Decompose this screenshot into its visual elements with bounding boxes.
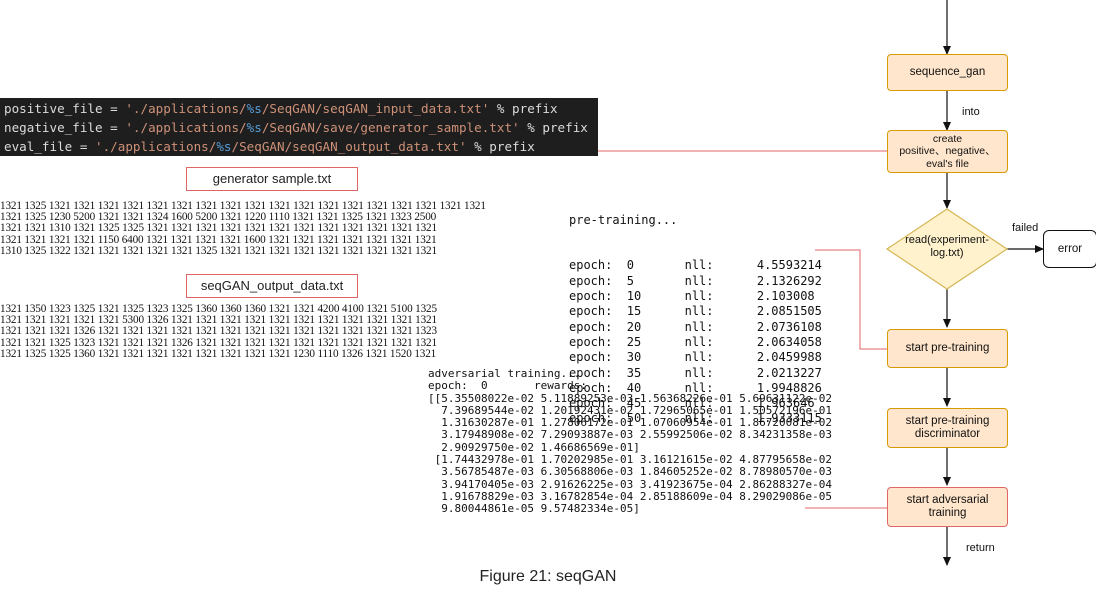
create-line-1: create	[932, 132, 963, 145]
read-log-label: read(experiment- log.txt)	[887, 234, 1007, 260]
start-pretraining-disc-node: start pre-training discriminator	[887, 408, 1008, 448]
create-line-2: positive、negative、	[899, 145, 996, 158]
pointer-log-to-pretrain	[815, 249, 887, 350]
adversarial-line-2: training	[928, 507, 967, 519]
pretrain-disc-line-1: start pre-training	[905, 415, 990, 427]
error-label: error	[1057, 242, 1083, 255]
failed-label: failed	[1012, 222, 1039, 234]
into-label: into	[962, 106, 980, 118]
sequence-gan-node: sequence_gan	[887, 54, 1008, 91]
start-adversarial-node: start adversarial training	[887, 487, 1008, 527]
read-line-2: log.txt)	[930, 247, 964, 259]
figure-caption: Figure 21: seqGAN	[479, 568, 617, 585]
start-pretraining-label: start pre-training	[905, 342, 990, 354]
adversarial-line-1: start adversarial	[906, 494, 989, 506]
error-node: error	[1043, 230, 1096, 268]
create-files-node: create positive、negative、 eval's file	[887, 130, 1008, 173]
sequence-gan-label: sequence_gan	[909, 66, 986, 78]
read-line-1: read(experiment-	[905, 234, 989, 246]
create-line-3: eval's file	[926, 157, 969, 170]
start-pretraining-node: start pre-training	[887, 329, 1008, 368]
pretrain-disc-line-2: discriminator	[914, 428, 981, 440]
return-label: return	[966, 542, 995, 554]
